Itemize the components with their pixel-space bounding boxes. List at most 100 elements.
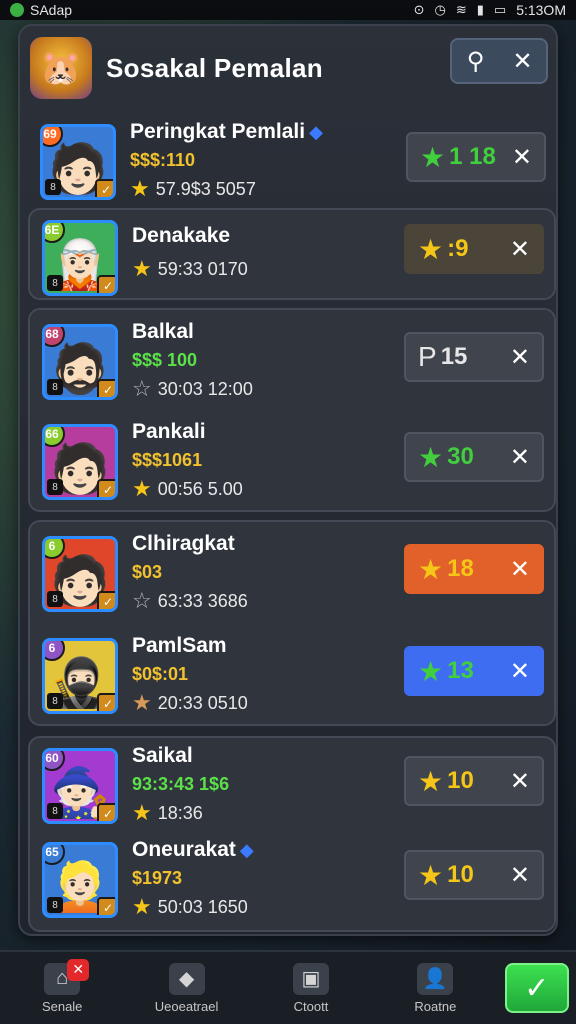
- player-avatar: 🧑🏻 6 8 ✓: [42, 536, 118, 612]
- notification-badge: ✕: [67, 958, 90, 981]
- rating-star-icon: ★: [418, 233, 444, 265]
- app-icon: [10, 3, 24, 17]
- rating-chip[interactable]: ★ 1 18 ✕: [406, 132, 546, 182]
- player-name-text: Saikal: [132, 744, 193, 767]
- shield-icon: ✓: [97, 479, 115, 497]
- player-name: Oneurakat ◆: [132, 838, 254, 862]
- nav-label: Ctoott: [293, 998, 329, 1014]
- rating-chip[interactable]: ★ 10 ✕: [404, 756, 544, 806]
- player-name: Clhiragkat: [132, 532, 235, 556]
- remove-icon[interactable]: ✕: [510, 657, 530, 686]
- star-icon: ☆: [132, 588, 152, 613]
- rating-value: 10: [447, 861, 474, 888]
- rating-star-icon: ★: [418, 859, 444, 891]
- rank-badge: 8: [47, 803, 63, 819]
- remove-icon[interactable]: ✕: [510, 767, 530, 796]
- rating-value: :9: [447, 235, 469, 262]
- player-row[interactable]: 👱🏻 65 8 ✓ Oneurakat ◆ $1973 ★ 50:03 1650 …: [30, 828, 554, 926]
- signal-icon: ▮: [476, 2, 484, 17]
- close-icon[interactable]: ✕: [503, 47, 543, 76]
- chat-icon: ▣: [292, 962, 329, 995]
- shield-icon: ✓: [97, 591, 115, 609]
- player-meta-text: 30:03 12:00: [157, 378, 253, 399]
- player-name: Peringkat Pemlali ◆: [130, 120, 323, 144]
- remove-icon[interactable]: ✕: [510, 235, 530, 264]
- rating-left: ★ 1 18: [420, 141, 496, 174]
- nav-item-chat[interactable]: ▣ Ctoott: [256, 962, 366, 1014]
- player-row[interactable]: 🧑🏻 66 8 ✓ Pankali $$$1061 ★ 00:56 5.00 ★…: [30, 410, 554, 508]
- player-meta-text: 20:33 0510: [157, 692, 248, 713]
- player-currency: $$$1061: [132, 450, 203, 470]
- nav-item-map[interactable]: ◆ Ueoeatrael: [132, 962, 242, 1014]
- player-currency: 93:3:43 1$6: [132, 774, 230, 794]
- rating-value: 1 18: [449, 143, 496, 170]
- rating-chip[interactable]: ★ 13 ✕: [404, 646, 544, 696]
- remove-icon[interactable]: ✕: [510, 555, 530, 584]
- player-avatar: 🥷🏻 6 8 ✓: [42, 638, 118, 714]
- player-meta: ★ 57.9$3 5057: [130, 176, 256, 202]
- player-name-text: PamlSam: [132, 634, 227, 657]
- status-bar: SAdap ⊙ ◷ ≋ ▮ ▭ 5:13OM: [0, 0, 576, 20]
- bottom-nav: ⌂ ✕ Senale ◆ Ueoeatrael ▣ Ctoott 👤 Roatn…: [0, 950, 576, 1024]
- map-pin-icon: ◆: [168, 962, 205, 995]
- shield-icon: ✓: [97, 803, 115, 821]
- rating-chip[interactable]: ★ :9 ✕: [404, 224, 544, 274]
- player-row[interactable]: 🧑🏻 69 8 ✓ Peringkat Pemlali ◆ $$$:110 ★ 5…: [28, 110, 556, 208]
- player-name: Pankali: [132, 420, 206, 444]
- rating-value: 18: [447, 555, 474, 582]
- rating-value: 15: [440, 343, 468, 370]
- rank-badge: 8: [47, 897, 63, 913]
- star-icon: ★: [132, 476, 152, 501]
- star-icon: ★: [132, 800, 152, 825]
- rank-badge: 8: [47, 591, 63, 607]
- player-currency: $0$:01: [132, 664, 189, 684]
- verified-icon: ◆: [239, 840, 254, 860]
- rank-badge: 8: [47, 479, 63, 495]
- search-icon[interactable]: ⚲: [456, 47, 496, 76]
- rating-star-icon: ★: [418, 441, 444, 473]
- rating-chip[interactable]: ★ 10 ✕: [404, 850, 544, 900]
- panel-title: Sosakal Pemalan: [106, 52, 323, 83]
- star-icon: ★: [132, 256, 152, 281]
- header-avatar: 🐹: [30, 37, 92, 99]
- star-icon: ★: [132, 894, 152, 919]
- player-row[interactable]: 🥷🏻 6 8 ✓ PamlSam $0$:01 ★ 20:33 0510 ★ 1…: [30, 624, 554, 722]
- rating-chip[interactable]: ★ 30 ✕: [404, 432, 544, 482]
- nav-item-home[interactable]: ⌂ ✕ Senale: [7, 958, 117, 1014]
- player-row[interactable]: 🧝🏻 6E 8 ✓ Denakake ★ 59:33 0170 ★ :9 ✕: [30, 206, 554, 304]
- remove-icon[interactable]: ✕: [512, 143, 532, 172]
- rating-chip[interactable]: P 15 ✕: [404, 332, 544, 382]
- star-icon: ★: [132, 690, 152, 715]
- confirm-button[interactable]: ✓: [504, 963, 569, 1013]
- player-group: 🧝🏻 6E 8 ✓ Denakake ★ 59:33 0170 ★ :9 ✕: [28, 208, 556, 300]
- player-currency: $03: [132, 562, 163, 582]
- star-icon: ★: [130, 176, 150, 201]
- rating-star-icon: ★: [418, 553, 444, 585]
- player-group: 🧙🏻 60 8 ✓ Saikal 93:3:43 1$6 ★ 18:36 ★ 1…: [28, 736, 556, 932]
- player-avatar: 🧑🏻 66 8 ✓: [42, 424, 118, 500]
- player-currency: $$$ 100: [132, 350, 198, 370]
- player-group: 🧑🏻 6 8 ✓ Clhiragkat $03 ☆ 63:33 3686 ★ 1…: [28, 520, 556, 726]
- shield-icon: ✓: [97, 379, 115, 397]
- player-name-text: Denakake: [132, 224, 231, 247]
- player-row[interactable]: 🧙🏻 60 8 ✓ Saikal 93:3:43 1$6 ★ 18:36 ★ 1…: [30, 734, 554, 832]
- player-row[interactable]: 🧔🏻 68 8 ✓ Balkal $$$ 100 ☆ 30:03 12:00 P…: [30, 310, 554, 408]
- player-row[interactable]: 🧑🏻 6 8 ✓ Clhiragkat $03 ☆ 63:33 3686 ★ 1…: [30, 522, 554, 620]
- star-icon: ☆: [132, 376, 152, 401]
- nav-label: Roatne: [414, 998, 457, 1014]
- status-app-name: SAdap: [30, 2, 73, 18]
- nav-item-profile[interactable]: 👤 Roatne: [380, 962, 490, 1014]
- shield-icon: ✓: [97, 275, 115, 293]
- check-icon: ✓: [524, 971, 550, 1005]
- rating-star-icon: ★: [418, 765, 444, 797]
- remove-icon[interactable]: ✕: [510, 861, 530, 890]
- player-avatar: 🧑🏻 69 8 ✓: [40, 124, 116, 200]
- player-meta-text: 00:56 5.00: [157, 478, 243, 499]
- remove-icon[interactable]: ✕: [510, 343, 530, 372]
- status-time: 5:13OM: [516, 2, 566, 18]
- rating-star-icon: ★: [418, 655, 444, 687]
- player-avatar: 🧙🏻 60 8 ✓: [42, 748, 118, 824]
- verified-icon: ◆: [309, 122, 323, 142]
- remove-icon[interactable]: ✕: [510, 443, 530, 472]
- rating-chip[interactable]: ★ 18 ✕: [404, 544, 544, 594]
